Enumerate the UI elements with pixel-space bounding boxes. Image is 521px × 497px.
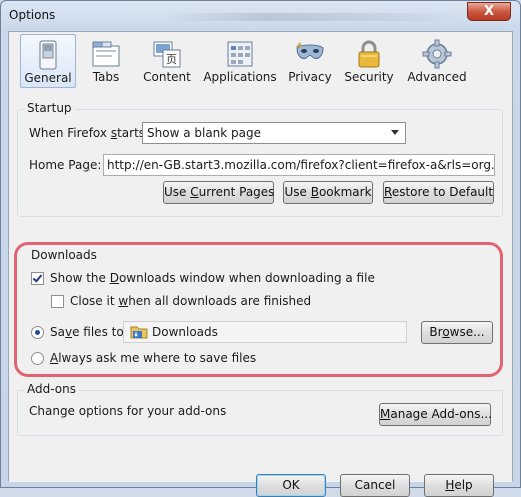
chevron-down-icon <box>391 130 399 135</box>
gear-icon <box>422 39 452 69</box>
general-panel: Startup When Firefox starts: Show a blan… <box>9 90 512 497</box>
dialog-body: General Tabs 页 Content Applications Priv… <box>8 31 513 497</box>
save-files-label: Save files to <box>50 325 124 339</box>
show-downloads-label: Show the Downloads window when downloadi… <box>50 271 375 285</box>
folder-icon <box>130 326 148 339</box>
download-folder-field: Downloads <box>123 321 407 343</box>
help-button[interactable]: Help <box>424 474 494 497</box>
lock-icon <box>358 40 380 68</box>
content-icon: 页 <box>153 41 181 68</box>
restore-default-button[interactable]: Restore to Default <box>383 181 494 204</box>
tab-tabs[interactable]: Tabs <box>81 34 131 88</box>
startup-select[interactable]: Show a blank page <box>142 122 406 144</box>
svg-text:页: 页 <box>166 53 177 66</box>
when-starts-label: When Firefox starts: <box>29 126 150 140</box>
use-current-pages-button[interactable]: Use Current Pages <box>163 181 274 204</box>
tab-general[interactable]: General <box>20 34 76 88</box>
always-ask-radio[interactable] <box>31 352 44 365</box>
tabs-icon <box>92 41 120 67</box>
close-button[interactable]: X <box>467 2 511 21</box>
applications-icon <box>227 41 253 67</box>
addons-group-label: Add-ons <box>24 382 79 396</box>
tab-privacy-label: Privacy <box>288 70 332 84</box>
mask-icon <box>296 42 324 59</box>
options-window: Options X General Tabs 页 Content Applica… <box>0 0 521 497</box>
switch-icon <box>39 40 57 70</box>
radio-selected-dot <box>35 330 40 335</box>
cancel-button[interactable]: Cancel <box>340 474 410 497</box>
addons-description: Change options for your add-ons <box>29 404 227 418</box>
show-downloads-checkbox[interactable] <box>31 272 44 285</box>
manage-addons-button[interactable]: Manage Add-ons... <box>379 403 492 426</box>
checkmark-icon <box>32 272 43 283</box>
title-bar-background <box>166 13 466 21</box>
close-when-done-checkbox[interactable] <box>51 295 64 308</box>
use-bookmark-button[interactable]: Use Bookmark <box>283 181 373 204</box>
tab-applications-label: Applications <box>203 70 277 84</box>
tab-content[interactable]: 页 Content <box>137 34 197 88</box>
startup-select-value: Show a blank page <box>147 126 262 140</box>
tab-advanced[interactable]: Advanced <box>405 34 469 88</box>
preferences-toolbar: General Tabs 页 Content Applications Priv… <box>9 32 512 90</box>
home-page-input[interactable]: http://en-GB.start3.mozilla.com/firefox?… <box>103 154 495 176</box>
window-title: Options <box>9 8 56 22</box>
save-files-radio[interactable] <box>31 326 44 339</box>
browse-button[interactable]: Browse... <box>421 321 493 344</box>
tab-applications[interactable]: Applications <box>203 34 277 88</box>
title-bar[interactable]: Options X <box>1 1 520 31</box>
home-page-label: Home Page: <box>29 158 102 172</box>
download-folder-name: Downloads <box>152 325 218 339</box>
tab-general-label: General <box>24 71 72 85</box>
startup-group-label: Startup <box>24 101 75 115</box>
close-when-done-label: Close it when all downloads are finished <box>70 294 312 308</box>
tab-content-label: Content <box>143 70 191 84</box>
tab-tabs-label: Tabs <box>92 70 120 84</box>
always-ask-label: Always ask me where to save files <box>50 351 257 365</box>
ok-button[interactable]: OK <box>256 474 326 497</box>
tab-privacy[interactable]: Privacy <box>285 34 335 88</box>
tab-advanced-label: Advanced <box>407 70 467 84</box>
tab-security[interactable]: Security <box>342 34 396 88</box>
tab-security-label: Security <box>344 70 394 84</box>
